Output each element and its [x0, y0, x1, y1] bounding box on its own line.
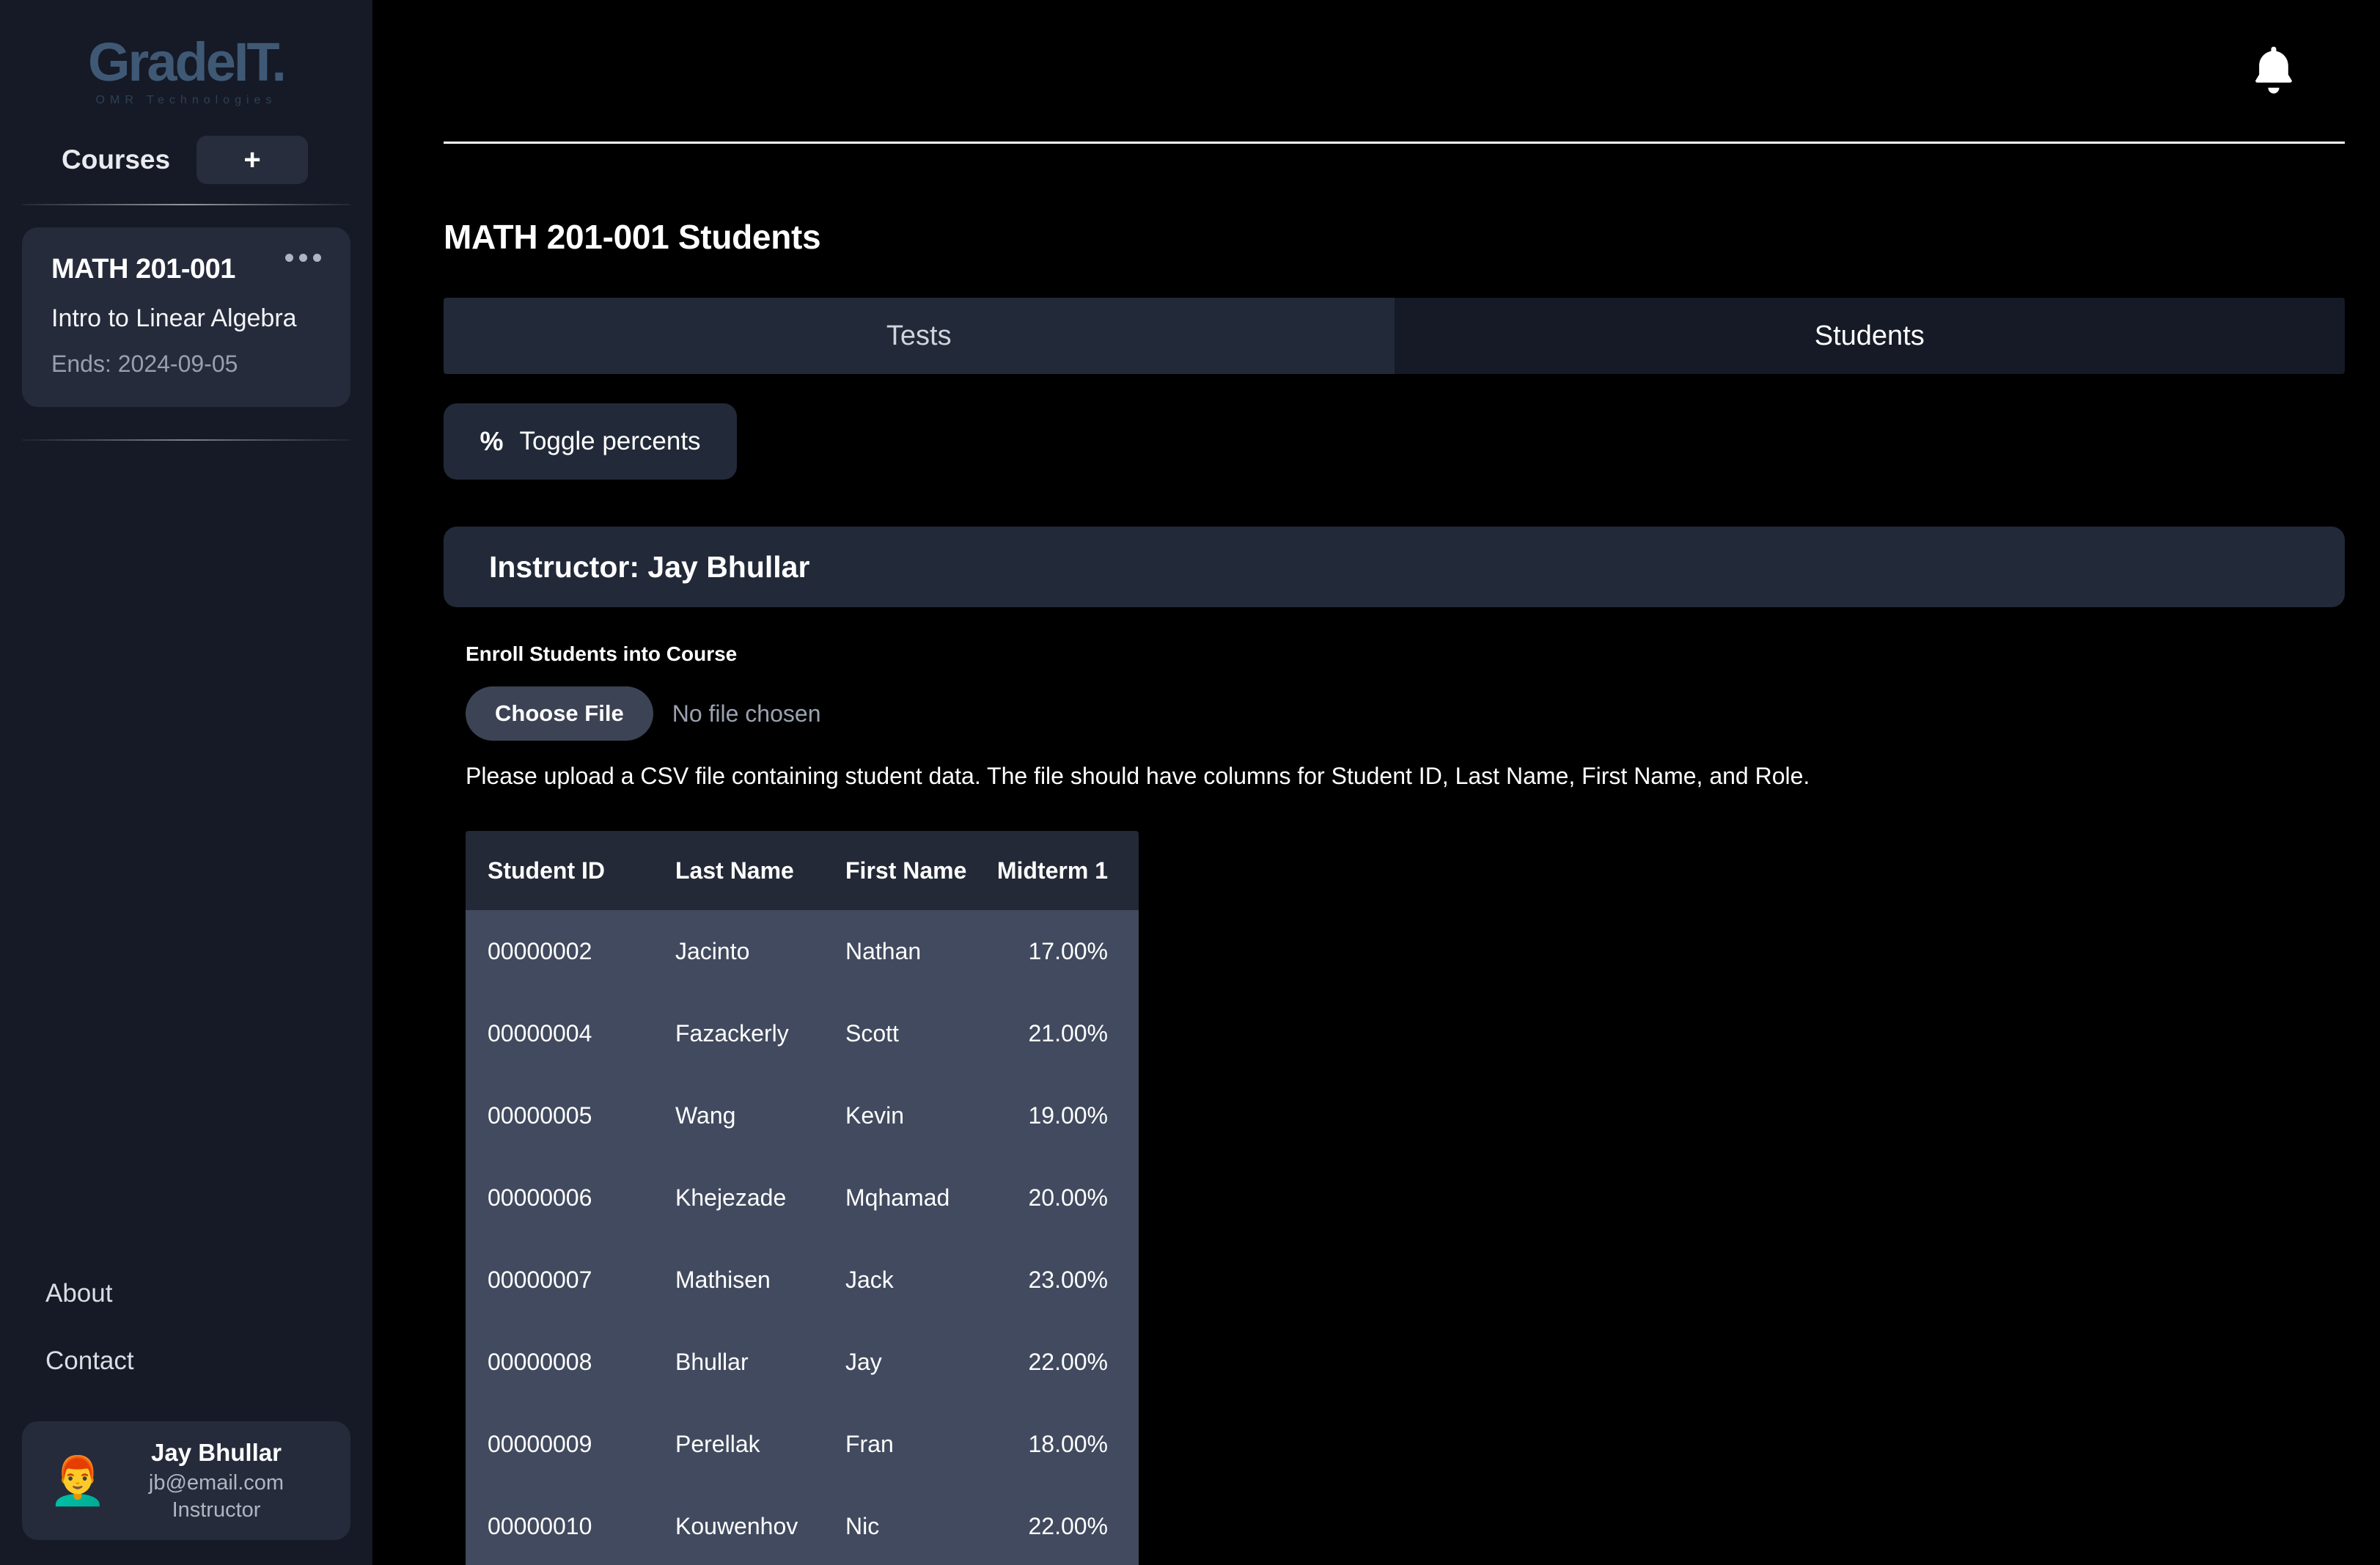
last-name-cell: Wang [675, 1102, 736, 1129]
last-name-cell: Jacinto [675, 937, 750, 964]
student-id-cell: 00000005 [488, 1102, 592, 1129]
add-course-button[interactable]: + [197, 136, 309, 184]
avatar: 👨‍🦰 [48, 1454, 107, 1507]
user-role: Instructor [172, 1498, 261, 1522]
first-name-cell: Jack [845, 1266, 894, 1293]
last-name-cell: Fazackerly [675, 1019, 789, 1047]
table-row[interactable]: 00000010 Kouwenhov Nic 22.00% [466, 1485, 1139, 1565]
column-header-first-name[interactable]: First Name [823, 831, 989, 910]
table-row[interactable]: 00000005 Wang Kevin 19.00% [466, 1074, 1139, 1157]
midterm-1-cell: 17.00% [1028, 937, 1108, 964]
course-end-date: Ends: 2024-09-05 [51, 351, 238, 377]
student-id-cell: 00000002 [488, 937, 592, 964]
student-id-cell: 00000008 [488, 1348, 592, 1375]
courses-header: Courses + [0, 125, 372, 188]
first-name-cell: Nic [845, 1512, 880, 1539]
tab-students[interactable]: Students [1394, 298, 2345, 374]
first-name-cell: Scott [845, 1019, 899, 1047]
file-upload-row: Choose File No file chosen [466, 686, 2380, 741]
table-row[interactable]: 00000002 Jacinto Nathan 17.00% [466, 910, 1139, 992]
student-id-cell: 00000007 [488, 1266, 592, 1293]
tab-tests[interactable]: Tests [444, 298, 1395, 374]
table-row[interactable]: 00000009 Perellak Fran 18.00% [466, 1403, 1139, 1485]
user-name: Jay Bhullar [151, 1439, 282, 1466]
last-name-cell: Khejezade [675, 1184, 787, 1211]
midterm-1-cell: 18.00% [1028, 1430, 1108, 1457]
column-header-student-id[interactable]: Student ID [466, 831, 653, 910]
table-row[interactable]: 00000004 Fazackerly Scott 21.00% [466, 992, 1139, 1074]
sidebar-item-contact[interactable]: Contact [45, 1327, 372, 1395]
midterm-1-cell: 22.00% [1028, 1512, 1108, 1539]
bell-icon[interactable] [2248, 44, 2299, 100]
first-name-cell: Jay [845, 1348, 882, 1375]
user-details: Jay Bhullar jb@email.com Instructor [119, 1439, 324, 1522]
table-row[interactable]: 00000007 Mathisen Jack 23.00% [466, 1239, 1139, 1321]
tab-bar: Tests Students [444, 298, 2345, 374]
file-status-text: No file chosen [672, 700, 821, 727]
logo-tagline: OMR Technologies [95, 94, 277, 106]
midterm-1-cell: 19.00% [1028, 1102, 1108, 1129]
logo-wordmark: GradeIT. [88, 32, 287, 92]
midterm-1-cell: 22.00% [1028, 1348, 1108, 1375]
top-bar [372, 0, 2380, 144]
user-profile-card[interactable]: 👨‍🦰 Jay Bhullar jb@email.com Instructor [22, 1421, 350, 1540]
topbar-divider [444, 142, 2345, 144]
last-name-cell: Kouwenhov [675, 1512, 798, 1539]
student-id-cell: 00000006 [488, 1184, 592, 1211]
sidebar-links: About Contact [0, 1260, 372, 1407]
table-row[interactable]: 00000006 Khejezade Mqhamad 20.00% [466, 1157, 1139, 1239]
toggle-percents-label: Toggle percents [519, 427, 701, 455]
first-name-cell: Mqhamad [845, 1184, 950, 1211]
students-table-body: 00000002 Jacinto Nathan 17.00% 00000004 Fazac… [466, 910, 1139, 1565]
first-name-cell: Nathan [845, 937, 922, 964]
midterm-1-cell: 20.00% [1028, 1184, 1108, 1211]
first-name-cell: Fran [845, 1430, 894, 1457]
sidebar: GradeIT. OMR Technologies Courses + MATH… [0, 0, 372, 1565]
courses-heading: Courses [62, 144, 171, 175]
instructor-banner: Instructor: Jay Bhullar [444, 527, 2345, 607]
ellipsis-icon[interactable] [285, 254, 321, 262]
student-id-cell: 00000010 [488, 1512, 592, 1539]
choose-file-button[interactable]: Choose File [466, 686, 653, 741]
student-id-cell: 00000009 [488, 1430, 592, 1457]
course-title: Intro to Linear Algebra [51, 304, 297, 332]
last-name-cell: Mathisen [675, 1266, 771, 1293]
table-header-row: Student ID Last Name First Name Midterm … [466, 831, 1139, 910]
midterm-1-cell: 23.00% [1028, 1266, 1108, 1293]
students-table-wrapper: Student ID Last Name First Name Midterm … [466, 831, 1139, 1565]
column-header-last-name[interactable]: Last Name [653, 831, 823, 910]
course-list: MATH 201-001 Intro to Linear Algebra End… [0, 205, 372, 407]
sidebar-item-about[interactable]: About [45, 1260, 372, 1327]
percent-icon: % [480, 426, 504, 456]
course-code: MATH 201-001 [51, 254, 235, 285]
first-name-cell: Kevin [845, 1102, 905, 1129]
main-content: MATH 201-001 Students Tests Students % T… [372, 0, 2380, 1565]
students-table: Student ID Last Name First Name Midterm … [466, 831, 1139, 1565]
user-email: jb@email.com [148, 1471, 284, 1495]
students-table-head: Student ID Last Name First Name Midterm … [466, 831, 1139, 910]
table-row[interactable]: 00000008 Bhullar Jay 22.00% [466, 1321, 1139, 1403]
toggle-percents-button[interactable]: % Toggle percents [444, 403, 737, 480]
app-root: GradeIT. OMR Technologies Courses + MATH… [0, 0, 2380, 1565]
column-header-midterm-1[interactable]: Midterm 1 [989, 831, 1139, 910]
course-card-math-201-001[interactable]: MATH 201-001 Intro to Linear Algebra End… [22, 227, 350, 407]
page-title: MATH 201-001 Students [444, 218, 821, 256]
last-name-cell: Bhullar [675, 1348, 749, 1375]
midterm-1-cell: 21.00% [1028, 1019, 1108, 1047]
student-id-cell: 00000004 [488, 1019, 592, 1047]
last-name-cell: Perellak [675, 1430, 760, 1457]
enroll-students-label: Enroll Students into Course [466, 642, 738, 665]
app-logo: GradeIT. OMR Technologies [0, 0, 372, 125]
upload-hint-text: Please upload a CSV file containing stud… [466, 763, 1810, 789]
